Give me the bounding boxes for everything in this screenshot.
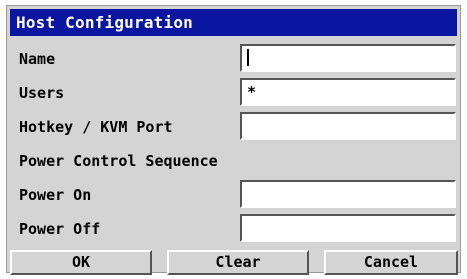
- clear-button[interactable]: Clear: [167, 250, 309, 275]
- power-off-field[interactable]: [240, 214, 456, 242]
- text-cursor: [247, 49, 249, 66]
- host-configuration-dialog: Host Configuration Name Users * Hotkey /…: [6, 5, 461, 275]
- hotkey-kvm-port-label: Hotkey / KVM Port: [19, 118, 173, 136]
- name-label: Name: [19, 50, 56, 68]
- dialog-title: Host Configuration: [10, 9, 457, 36]
- hotkey-kvm-port-field[interactable]: [240, 112, 456, 140]
- cancel-button[interactable]: Cancel: [324, 250, 458, 275]
- name-field[interactable]: [240, 44, 456, 72]
- users-field[interactable]: *: [240, 78, 456, 106]
- power-on-field[interactable]: [240, 180, 456, 208]
- power-on-label: Power On: [19, 186, 92, 204]
- power-off-label: Power Off: [19, 220, 101, 238]
- users-label: Users: [19, 84, 65, 102]
- ok-button[interactable]: OK: [10, 250, 152, 275]
- power-control-sequence-label: Power Control Sequence: [19, 152, 218, 170]
